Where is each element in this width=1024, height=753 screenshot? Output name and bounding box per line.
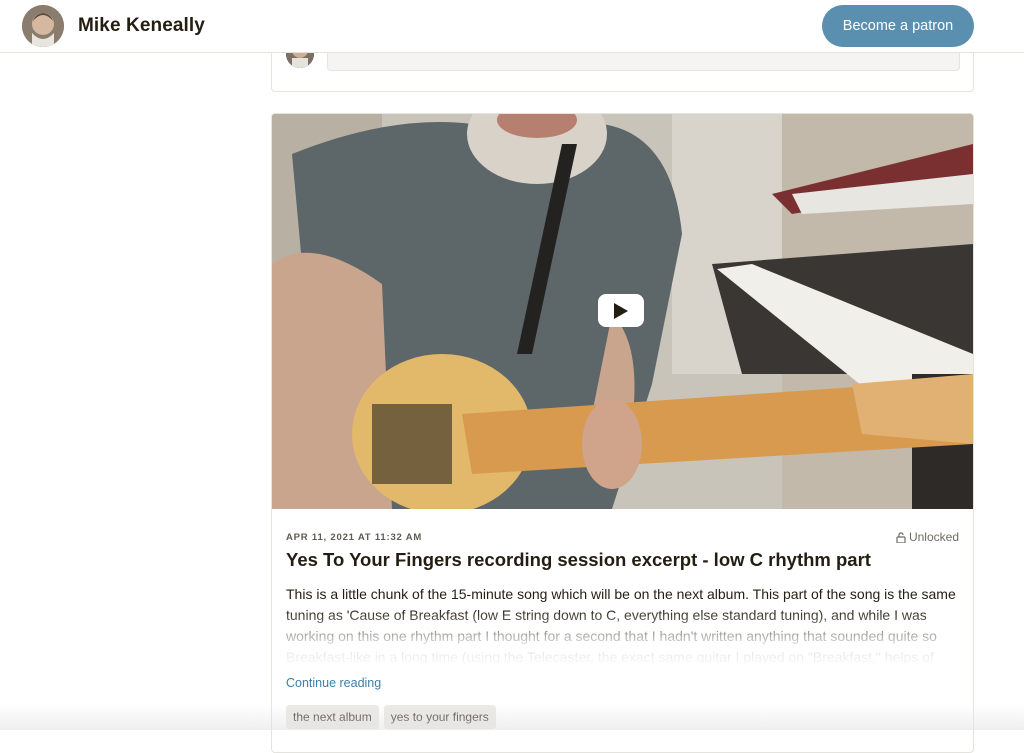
video-thumbnail[interactable] [272, 114, 973, 509]
post-date: APR 11, 2021 AT 11:32 AM [286, 532, 423, 543]
unlocked-label: Unlocked [908, 530, 959, 544]
unlocked-status: Unlocked [896, 530, 959, 544]
tag-yes-to-your-fingers[interactable]: yes to your fingers [383, 705, 496, 729]
body-fade [272, 609, 973, 669]
post-card: APR 11, 2021 AT 11:32 AM Unlocked Yes To… [271, 113, 974, 753]
creator-avatar[interactable] [22, 5, 64, 47]
continue-reading-link[interactable]: Continue reading [286, 676, 381, 690]
play-icon [614, 302, 628, 319]
play-button[interactable] [598, 294, 644, 327]
post-title[interactable]: Yes To Your Fingers recording session ex… [286, 549, 871, 571]
unlock-icon [896, 531, 906, 543]
creator-name[interactable]: Mike Keneally [78, 15, 205, 37]
become-patron-button[interactable]: Become a patron [822, 5, 974, 47]
top-bar: Mike Keneally Become a patron [0, 0, 1024, 53]
tag-list: the next album yes to your fingers [286, 705, 496, 729]
tag-the-next-album[interactable]: the next album [286, 705, 379, 729]
